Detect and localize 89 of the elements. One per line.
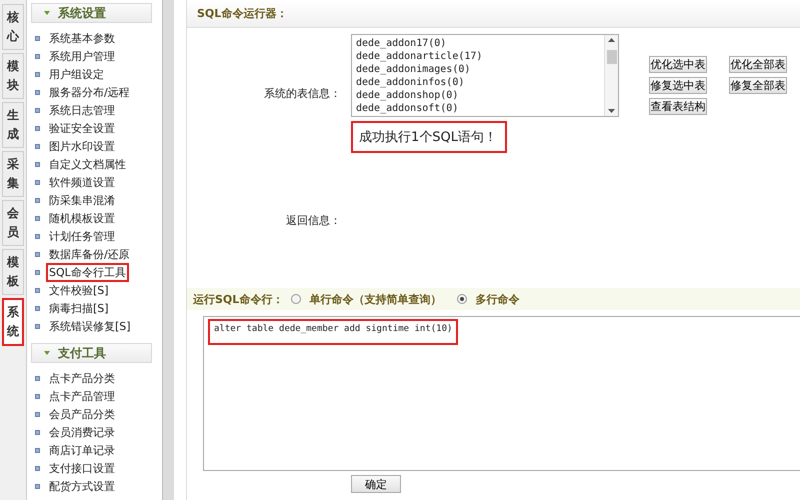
bullet-icon	[35, 126, 40, 130]
radio-label[interactable]: 单行命令（支持简单查询）	[309, 292, 442, 306]
sidebar-item[interactable]: 防采集串混淆	[46, 190, 118, 210]
bullet-icon	[35, 412, 40, 416]
bullet-icon	[35, 72, 40, 76]
sidebar-item[interactable]: 计划任务管理	[46, 226, 118, 246]
scroll-thumb[interactable]	[606, 50, 616, 64]
action-button[interactable]: 修复全部表	[729, 77, 787, 94]
module-tab[interactable]: 模板	[2, 249, 24, 295]
sidebar-item[interactable]: 系统错误修复[S]	[46, 316, 134, 336]
bullet-icon	[35, 484, 40, 488]
module-tab[interactable]: 核心	[2, 4, 24, 50]
field-label: 系统的表信息：	[263, 86, 342, 101]
sidebar-item[interactable]: 自定义文档属性	[46, 154, 129, 174]
bullet-icon	[35, 324, 40, 328]
bullet-icon	[35, 288, 40, 292]
section-header[interactable]: 系统设置	[31, 3, 152, 23]
down-arrow-icon	[608, 109, 615, 113]
sidebar-item[interactable]: 用户组设定	[46, 64, 107, 84]
sidebar-item[interactable]: 配货方式设置	[46, 476, 118, 496]
sidebar-item[interactable]: 会员产品分类	[46, 404, 118, 424]
sidebar-item[interactable]: 系统用户管理	[46, 46, 118, 66]
sidebar-item[interactable]: 图片水印设置	[46, 136, 118, 156]
bullet-icon	[35, 216, 40, 220]
bullet-icon	[35, 448, 40, 452]
bullet-icon	[35, 144, 40, 148]
sidebar-item[interactable]: 服务器分布/远程	[46, 82, 133, 102]
action-button[interactable]: 优化选中表	[649, 56, 707, 73]
sidebar-item[interactable]: 会员消费记录	[46, 422, 118, 442]
caret-icon	[44, 351, 50, 355]
module-tab[interactable]: 采集	[2, 151, 24, 197]
sidebar-item[interactable]: 软件频道设置	[46, 172, 118, 192]
sidebar-item[interactable]: 数据库备份/还原	[46, 244, 133, 264]
bullet-icon	[35, 198, 40, 202]
action-button[interactable]: 查看表结构	[649, 98, 707, 115]
bullet-icon	[35, 394, 40, 398]
bullet-icon	[35, 108, 40, 112]
bullet-icon	[35, 466, 40, 470]
module-tab[interactable]: 模块	[2, 53, 24, 99]
submit-button[interactable]: 确定	[351, 475, 401, 493]
action-button[interactable]: 优化全部表	[729, 56, 787, 73]
list-option[interactable]: dede_addonimages(0)	[356, 63, 600, 76]
table-list[interactable]: dede_addon17(0) dede_addonarticle(17) dede_addonimages(0) dede_addoninfos(0) dede_addonshop(0) dede_addonsoft(0)	[351, 34, 619, 117]
field-label: 返回信息：	[285, 213, 342, 228]
bullet-icon	[35, 270, 40, 274]
sidebar-item[interactable]: 系统基本参数	[46, 28, 118, 48]
sidebar-item[interactable]: 点卡产品管理	[46, 386, 118, 406]
sidebar-item[interactable]: 支付接口设置	[46, 458, 118, 478]
bullet-icon	[35, 306, 40, 310]
sidebar-item[interactable]: 病毒扫描[S]	[46, 298, 112, 318]
radio-button[interactable]	[291, 294, 302, 304]
list-option[interactable]: dede_addonshop(0)	[356, 89, 600, 102]
module-tab[interactable]: 生成	[2, 102, 24, 148]
section-title: 支付工具	[58, 344, 106, 362]
bullet-icon	[35, 36, 40, 40]
up-arrow-icon	[608, 38, 615, 42]
sql-input-field[interactable]: alter table dede_member add signtime int(10)	[203, 316, 800, 471]
radio-label[interactable]: 多行命令	[475, 292, 520, 306]
bullet-icon	[35, 430, 40, 434]
success-message: 成功执行1个SQL语句！	[351, 121, 507, 153]
sidebar-item[interactable]: 文件校验[S]	[46, 280, 112, 300]
sidebar-item[interactable]: 系统日志管理	[46, 100, 118, 120]
sidebar-item[interactable]: 验证安全设置	[46, 118, 118, 138]
bullet-icon	[35, 376, 40, 380]
section-header[interactable]: 支付工具	[31, 343, 152, 363]
sql-text: alter table dede_member add signtime int(10)	[208, 319, 458, 345]
sidebar-item[interactable]: 商店订单记录	[46, 440, 118, 460]
module-tab[interactable]: 会员	[2, 200, 24, 246]
bullet-icon	[35, 54, 40, 58]
caret-icon	[44, 11, 50, 15]
splitter-bar[interactable]	[162, 0, 174, 500]
scrollbar[interactable]	[604, 35, 618, 116]
sidebar-item[interactable]: SQL命令行工具	[46, 262, 129, 282]
section-title: 系统设置	[58, 4, 106, 22]
sidebar-item[interactable]: 随机模板设置	[46, 208, 118, 228]
list-option[interactable]: dede_addonsoft(0)	[356, 102, 600, 115]
bullet-icon	[35, 252, 40, 256]
list-option[interactable]: dede_addon17(0)	[356, 37, 600, 50]
list-option[interactable]: dede_addonarticle(17)	[356, 50, 600, 63]
bullet-icon	[35, 180, 40, 184]
bullet-icon	[35, 90, 40, 94]
mode-label: 运行SQL命令行：	[193, 292, 284, 306]
bullet-icon	[35, 162, 40, 166]
radio-button[interactable]	[457, 294, 468, 304]
bullet-icon	[35, 234, 40, 238]
action-button[interactable]: 修复选中表	[649, 77, 707, 94]
module-tab[interactable]: 系统	[2, 298, 24, 346]
list-option[interactable]: dede_addoninfos(0)	[356, 76, 600, 89]
sidebar-item[interactable]: 点卡产品分类	[46, 368, 118, 388]
